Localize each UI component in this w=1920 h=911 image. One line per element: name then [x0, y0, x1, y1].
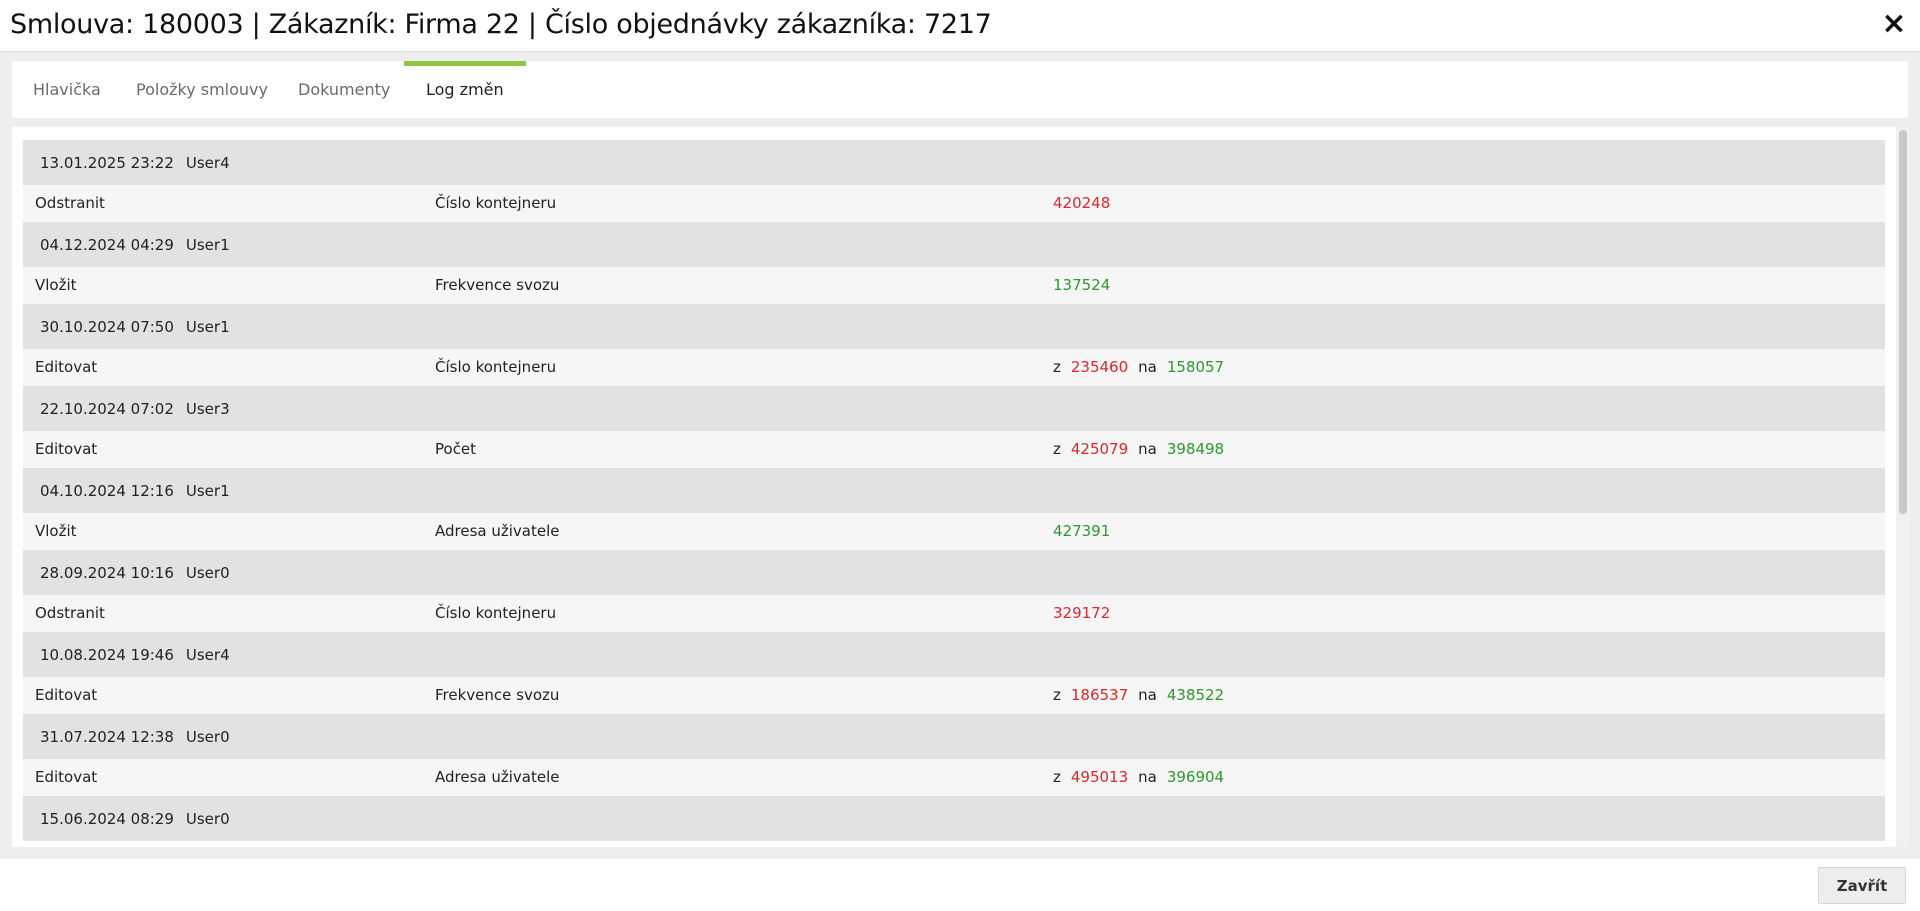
log-change-value: 329172 [1053, 604, 1110, 622]
log-change-action: Editovat [35, 358, 98, 376]
log-change-value: 427391 [1053, 522, 1110, 540]
log-entry-datetime: 04.12.2024 04:29 [40, 235, 174, 254]
tab-dokumenty[interactable]: Dokumenty [298, 61, 390, 118]
log-entry-datetime: 30.10.2024 07:50 [40, 317, 174, 336]
log-change-value: z 235460 na 158057 [1053, 358, 1224, 376]
log-change-row: Editovat Frekvence svozu z 186537 na 438522 [23, 677, 1885, 714]
log-entry-header: 10.08.2024 19:46 User4 [23, 632, 1885, 677]
log-entry-header: 04.12.2024 04:29 User1 [23, 222, 1885, 267]
new-value: 158057 [1166, 358, 1225, 376]
log-change-value: z 186537 na 438522 [1053, 686, 1224, 704]
log-entry-header: 13.01.2025 23:22 User4 [23, 140, 1885, 185]
tab-hlavicka[interactable]: Hlavička [33, 61, 101, 118]
new-value: 438522 [1166, 686, 1225, 704]
log-change-field: Číslo kontejneru [435, 358, 557, 376]
log-entry-datetime: 28.09.2024 10:16 [40, 563, 174, 582]
log-change-value: 137524 [1053, 276, 1110, 294]
new-value: 398498 [1166, 440, 1225, 458]
old-value: 186537 [1070, 686, 1129, 704]
removed-value: 329172 [1053, 604, 1111, 622]
scrollbar-thumb[interactable] [1899, 130, 1907, 514]
log-change-action: Editovat [35, 440, 98, 458]
log-change-action: Editovat [35, 686, 98, 704]
removed-value: 420248 [1053, 194, 1111, 212]
log-entry-user: User3 [185, 399, 230, 418]
old-value: 235460 [1070, 358, 1129, 376]
log-entry-header: 28.09.2024 10:16 User0 [23, 550, 1885, 595]
from-label: z [1053, 440, 1061, 458]
dialog-titlebar: Smlouva: 180003 | Zákazník: Firma 22 | Č… [0, 0, 1920, 52]
close-icon[interactable]: × [1880, 9, 1908, 39]
log-entry-user: User4 [185, 153, 230, 172]
to-label: na [1138, 768, 1157, 786]
log-entry-header: 22.10.2024 07:02 User3 [23, 386, 1885, 431]
to-label: na [1138, 440, 1157, 458]
log-change-row: Editovat Číslo kontejneru z 235460 na 158057 [23, 349, 1885, 386]
log-change-field: Číslo kontejneru [435, 194, 557, 212]
tab-bar: Hlavička Položky smlouvy Dokumenty Log z… [12, 61, 1908, 118]
log-entry-header: 04.10.2024 12:16 User1 [23, 468, 1885, 513]
log-entry-datetime: 13.01.2025 23:22 [40, 153, 174, 172]
log-change-value: z 425079 na 398498 [1053, 440, 1224, 458]
log-change-action: Vložit [35, 522, 77, 540]
log-change-row: Vložit Adresa uživatele 427391 [23, 513, 1885, 550]
log-change-value: z 495013 na 396904 [1053, 768, 1224, 786]
added-value: 427391 [1053, 522, 1111, 540]
log-entry-user: User0 [185, 563, 230, 582]
log-change-field: Frekvence svozu [435, 276, 560, 294]
dialog-footer: Zavřít [0, 859, 1920, 911]
log-change-row: Editovat Počet z 425079 na 398498 [23, 431, 1885, 468]
log-change-action: Vložit [35, 276, 77, 294]
change-log-panel: 13.01.2025 23:22 User4 Odstranit Číslo kont… [12, 127, 1896, 847]
old-value: 495013 [1070, 768, 1129, 786]
added-value: 137524 [1053, 276, 1111, 294]
log-change-row: Odstranit Číslo kontejneru 329172 [23, 595, 1885, 632]
log-entry-datetime: 04.10.2024 12:16 [40, 481, 174, 500]
from-label: z [1053, 768, 1061, 786]
log-change-field: Adresa uživatele [435, 768, 560, 786]
log-change-action: Odstranit [35, 604, 105, 622]
log-entry-user: User0 [185, 727, 230, 746]
log-entry-user: User0 [185, 809, 230, 828]
log-entry-datetime: 22.10.2024 07:02 [40, 399, 174, 418]
to-label: na [1138, 358, 1157, 376]
log-change-field: Adresa uživatele [435, 522, 560, 540]
log-entry-datetime: 15.06.2024 08:29 [40, 809, 174, 828]
log-change-action: Editovat [35, 768, 98, 786]
log-entry-header: 30.10.2024 07:50 User1 [23, 304, 1885, 349]
log-change-action: Odstranit [35, 194, 105, 212]
log-entry-datetime: 31.07.2024 12:38 [40, 727, 174, 746]
log-change-value: 420248 [1053, 194, 1110, 212]
log-entry-header: 15.06.2024 08:29 User0 [23, 796, 1885, 841]
from-label: z [1053, 686, 1061, 704]
log-entry-user: User1 [185, 481, 230, 500]
log-entry-user: User1 [185, 235, 230, 254]
old-value: 425079 [1070, 440, 1129, 458]
log-entry-datetime: 10.08.2024 19:46 [40, 645, 174, 664]
tab-polozky-smlouvy[interactable]: Položky smlouvy [136, 61, 268, 118]
vertical-scrollbar[interactable] [1896, 127, 1910, 847]
close-button[interactable]: Zavřít [1818, 867, 1906, 904]
tab-log-zmen[interactable]: Log změn [404, 61, 526, 118]
from-label: z [1053, 358, 1061, 376]
log-entry-user: User1 [185, 317, 230, 336]
to-label: na [1138, 686, 1157, 704]
new-value: 396904 [1166, 768, 1225, 786]
log-change-field: Číslo kontejneru [435, 604, 557, 622]
log-entry-user: User4 [185, 645, 230, 664]
log-entry-header: 31.07.2024 12:38 User0 [23, 714, 1885, 759]
log-change-row: Vložit Frekvence svozu 137524 [23, 267, 1885, 304]
log-change-row: Odstranit Číslo kontejneru 420248 [23, 185, 1885, 222]
log-change-field: Frekvence svozu [435, 686, 560, 704]
log-change-field: Počet [435, 440, 477, 458]
log-change-row: Editovat Adresa uživatele z 495013 na 396904 [23, 759, 1885, 796]
change-log-list: 13.01.2025 23:22 User4 Odstranit Číslo kont… [23, 140, 1885, 841]
dialog-title: Smlouva: 180003 | Zákazník: Firma 22 | Č… [10, 9, 992, 40]
